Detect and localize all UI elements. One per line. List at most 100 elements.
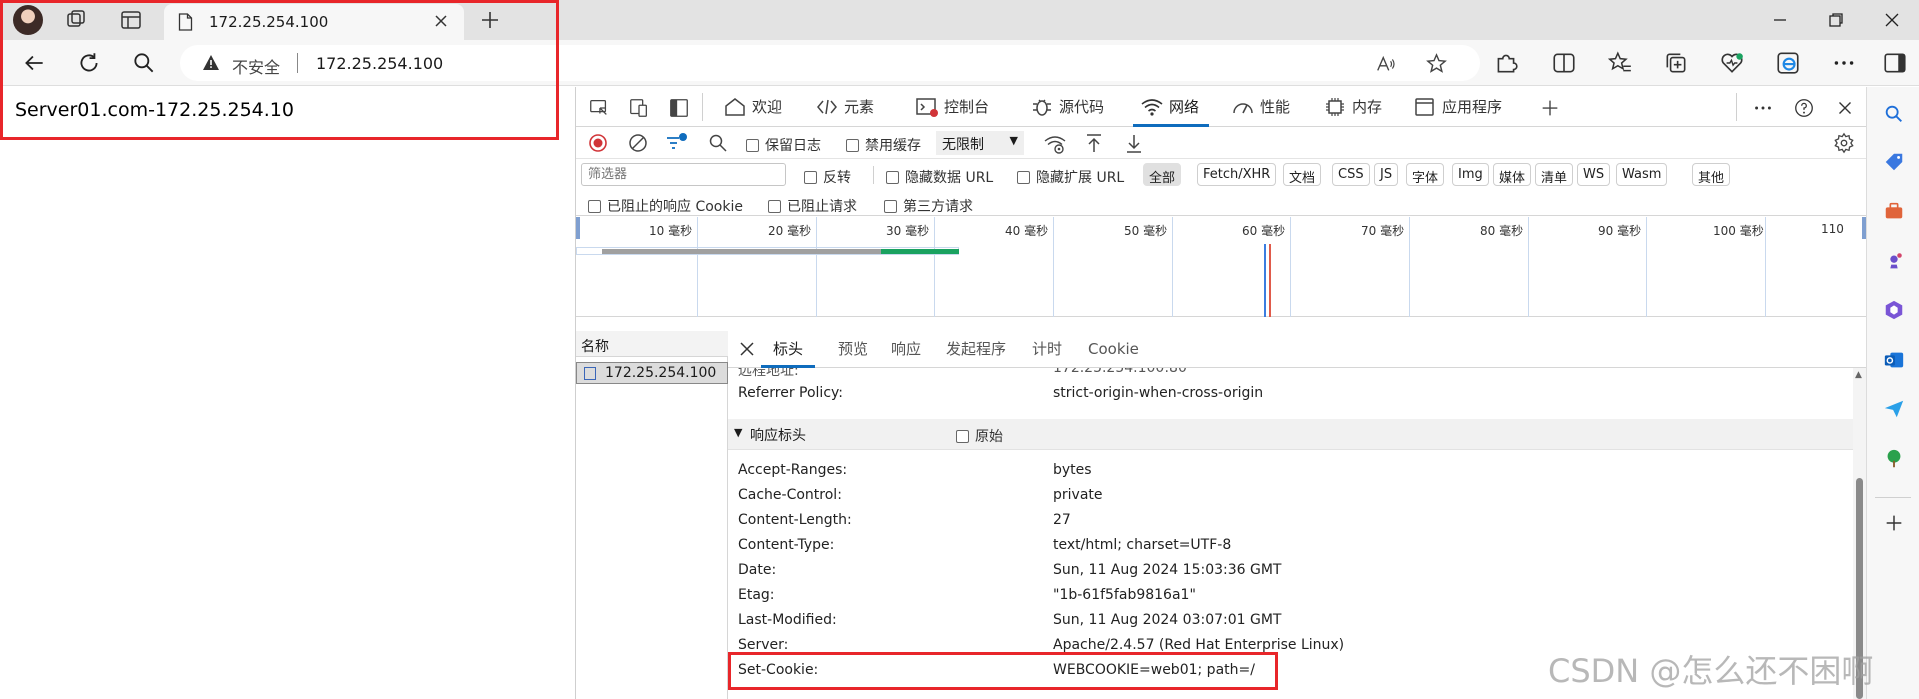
checkbox-box[interactable] — [956, 429, 969, 443]
blocked-cookies-checkbox[interactable]: 已阻止的响应 Cookie — [588, 196, 743, 216]
export-har-icon[interactable] — [1124, 132, 1144, 154]
search-icon[interactable] — [1883, 103, 1905, 125]
checkbox-box[interactable] — [884, 199, 897, 213]
tab-response[interactable]: 响应 — [891, 331, 921, 368]
minimize-icon[interactable] — [1768, 8, 1792, 32]
filter-icon[interactable] — [664, 132, 688, 154]
tools-icon[interactable] — [1883, 200, 1905, 222]
throttling-select[interactable]: 无限制 ▼ — [936, 131, 1024, 155]
filter-type-media[interactable]: 媒体 — [1493, 163, 1532, 186]
refresh-icon[interactable] — [76, 50, 102, 76]
third-party-checkbox[interactable]: 第三方请求 — [884, 196, 973, 216]
workspaces-icon[interactable] — [64, 8, 90, 32]
profile-avatar[interactable] — [13, 5, 43, 35]
clear-icon[interactable] — [628, 133, 648, 153]
tab-initiator[interactable]: 发起程序 — [946, 331, 1006, 368]
more-tools-icon[interactable] — [1752, 97, 1774, 119]
raw-headers-checkbox[interactable]: 原始 — [956, 426, 1003, 446]
browser-essentials-icon[interactable] — [1719, 50, 1745, 76]
filter-type-manifest[interactable]: 清单 — [1535, 163, 1574, 186]
device-emulation-icon[interactable] — [628, 97, 650, 119]
tab-preview[interactable]: 预览 — [838, 331, 868, 368]
games-icon[interactable] — [1883, 250, 1905, 272]
more-options-icon[interactable] — [1831, 50, 1857, 76]
checkbox-box[interactable] — [1017, 170, 1030, 184]
invert-checkbox[interactable]: 反转 — [804, 167, 851, 187]
ie-mode-icon[interactable] — [1775, 50, 1801, 76]
checkbox-box[interactable] — [768, 199, 781, 213]
address-bar[interactable]: 不安全 172.25.254.100 — [180, 45, 1480, 81]
checkbox-box[interactable] — [886, 170, 899, 184]
blocked-requests-checkbox[interactable]: 已阻止请求 — [768, 196, 857, 216]
add-icon[interactable] — [1883, 512, 1905, 534]
network-overview-timeline[interactable]: 10 毫秒 20 毫秒 30 毫秒 40 毫秒 50 毫秒 60 毫秒 70 毫… — [576, 217, 1866, 317]
checkbox-box[interactable] — [746, 138, 759, 152]
filter-type-font[interactable]: 字体 — [1406, 163, 1445, 186]
browser-tab[interactable]: 172.25.254.100 — [164, 4, 464, 40]
close-details-icon[interactable] — [738, 340, 756, 358]
tab-memory[interactable]: 内存 — [1324, 87, 1382, 127]
filter-type-other[interactable]: 其他 — [1692, 163, 1731, 186]
shopping-tag-icon[interactable] — [1883, 151, 1905, 173]
disable-cache-checkbox[interactable]: 禁用缓存 — [846, 135, 921, 155]
collections-icon[interactable] — [1663, 50, 1689, 76]
filter-type-js[interactable]: JS — [1374, 163, 1399, 186]
checkbox-box[interactable] — [846, 138, 859, 152]
tab-elements[interactable]: 元素 — [816, 87, 874, 127]
collapse-arrow-icon[interactable]: ▼ — [734, 426, 742, 439]
hide-extension-urls-checkbox[interactable]: 隐藏扩展 URL — [1017, 167, 1124, 187]
tree-icon[interactable] — [1883, 448, 1905, 470]
restore-icon[interactable] — [1824, 8, 1848, 32]
search-icon[interactable] — [708, 133, 728, 153]
warning-icon[interactable] — [202, 54, 220, 72]
url-text[interactable]: 172.25.254.100 — [316, 54, 443, 73]
tab-sources[interactable]: 源代码 — [1031, 87, 1104, 127]
extensions-icon[interactable] — [1493, 50, 1519, 76]
network-conditions-icon[interactable] — [1044, 133, 1066, 155]
filter-input[interactable] — [581, 163, 786, 186]
filter-type-wasm[interactable]: Wasm — [1616, 163, 1668, 186]
record-stop-icon[interactable] — [588, 133, 608, 153]
filter-type-ws[interactable]: WS — [1577, 163, 1611, 186]
split-screen-icon[interactable] — [1551, 50, 1577, 76]
tab-headers[interactable]: 标头 — [760, 331, 816, 368]
microsoft-365-icon[interactable] — [1883, 299, 1905, 321]
filter-type-css[interactable]: CSS — [1332, 163, 1370, 186]
send-icon[interactable] — [1883, 398, 1905, 420]
import-har-icon[interactable] — [1084, 132, 1104, 154]
tab-timing[interactable]: 计时 — [1032, 331, 1062, 368]
checkbox-box[interactable] — [588, 199, 601, 213]
back-icon[interactable] — [21, 50, 47, 76]
search-icon[interactable] — [131, 50, 157, 76]
preserve-log-checkbox[interactable]: 保留日志 — [746, 135, 821, 155]
tab-network[interactable]: 网络 — [1132, 87, 1210, 127]
inspect-element-icon[interactable] — [588, 97, 610, 119]
outlook-icon[interactable] — [1883, 349, 1905, 371]
close-tab-icon[interactable] — [432, 12, 450, 30]
favorites-icon[interactable] — [1607, 50, 1633, 76]
hide-data-urls-checkbox[interactable]: 隐藏数据 URL — [886, 167, 993, 187]
close-devtools-icon[interactable] — [1834, 97, 1856, 119]
add-tool-icon[interactable] — [1539, 97, 1561, 119]
settings-gear-icon[interactable] — [1833, 132, 1855, 154]
tab-console[interactable]: 控制台 — [916, 87, 989, 127]
read-aloud-icon[interactable] — [1375, 53, 1397, 75]
filter-type-img[interactable]: Img — [1452, 163, 1489, 186]
checkbox-box[interactable] — [804, 170, 817, 184]
scroll-up-icon[interactable]: ▲ — [1855, 370, 1862, 380]
name-column-header[interactable]: 名称 — [576, 331, 728, 357]
tab-cookies[interactable]: Cookie — [1088, 331, 1139, 368]
tab-performance[interactable]: 性能 — [1232, 87, 1290, 127]
new-tab-icon[interactable] — [478, 8, 502, 32]
favorite-star-icon[interactable] — [1425, 52, 1448, 75]
dock-side-icon[interactable] — [668, 97, 690, 119]
close-window-icon[interactable] — [1880, 8, 1904, 32]
tab-actions-icon[interactable] — [118, 8, 144, 32]
filter-type-fetch-xhr[interactable]: Fetch/XHR — [1197, 163, 1277, 186]
request-row[interactable]: 172.25.254.100 — [576, 362, 728, 384]
security-label[interactable]: 不安全 — [232, 54, 280, 78]
sidebar-toggle-icon[interactable] — [1882, 50, 1908, 76]
tab-welcome[interactable]: 欢迎 — [724, 87, 782, 127]
filter-type-all[interactable]: 全部 — [1143, 163, 1182, 186]
filter-type-doc[interactable]: 文档 — [1283, 163, 1322, 186]
